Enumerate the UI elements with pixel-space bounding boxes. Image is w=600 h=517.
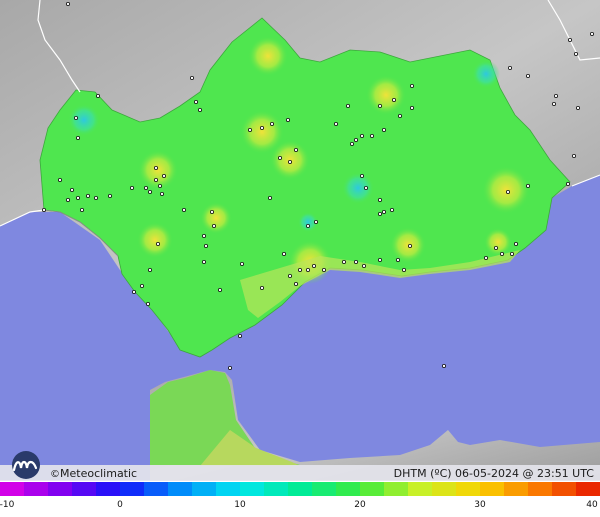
scale-labels: -10 0 10 20 30 40 xyxy=(0,499,600,513)
scale-swatch xyxy=(504,482,529,496)
scale-swatch xyxy=(336,482,361,496)
meteoclimatic-logo-icon xyxy=(12,451,40,479)
scale-swatch xyxy=(240,482,265,496)
map-container: ©Meteoclimatic DHTM (ºC) 06-05-2024 @ 23… xyxy=(0,0,600,517)
scale-swatch xyxy=(360,482,385,496)
scale-swatch xyxy=(120,482,145,496)
scale-swatch xyxy=(144,482,169,496)
scale-swatch xyxy=(0,482,25,496)
time-label: 23:51 UTC xyxy=(536,467,594,480)
scale-swatch xyxy=(24,482,49,496)
scale-tick-label: -10 xyxy=(0,500,15,510)
brand-name: Meteoclimatic xyxy=(60,467,138,480)
scale-swatch xyxy=(480,482,505,496)
date-label: 06-05-2024 xyxy=(455,467,519,480)
scale-swatch xyxy=(552,482,577,496)
map-title: DHTM (ºC) 06-05-2024 @ 23:51 UTC xyxy=(394,467,594,481)
scale-tick-label: 20 xyxy=(354,500,366,510)
copyright-symbol: © xyxy=(50,469,60,480)
scale-swatch xyxy=(312,482,337,496)
scale-tick-label: 30 xyxy=(474,500,486,510)
scale-swatch xyxy=(456,482,481,496)
scale-swatch xyxy=(168,482,193,496)
scale-swatch xyxy=(96,482,121,496)
scale-swatch xyxy=(288,482,313,496)
temperature-map xyxy=(0,0,600,517)
colour-scale-bar xyxy=(0,482,600,496)
scale-swatch xyxy=(384,482,409,496)
scale-swatch xyxy=(408,482,433,496)
scale-swatch xyxy=(264,482,289,496)
at-symbol: @ xyxy=(522,467,534,480)
brand-label: ©Meteoclimatic xyxy=(50,467,137,481)
scale-swatch xyxy=(192,482,217,496)
scale-tick-label: 10 xyxy=(234,500,246,510)
scale-swatch xyxy=(216,482,241,496)
scale-swatch xyxy=(528,482,553,496)
scale-tick-label: 40 xyxy=(586,500,598,510)
scale-swatch xyxy=(72,482,97,496)
scale-swatch xyxy=(432,482,457,496)
scale-swatch xyxy=(576,482,600,496)
variable-label: DHTM (ºC) xyxy=(393,467,452,480)
scale-swatch xyxy=(48,482,73,496)
scale-tick-label: 0 xyxy=(117,500,123,510)
